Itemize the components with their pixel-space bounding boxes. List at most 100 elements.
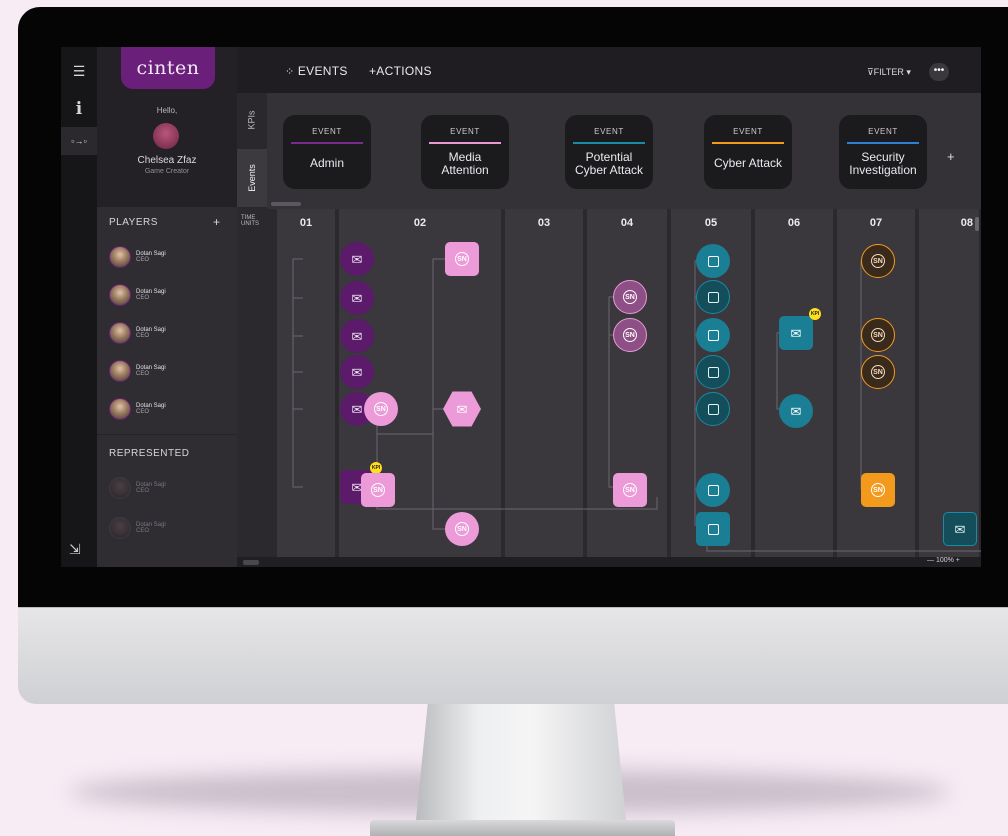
events-strip: KPIs Events EVENT Admin EVENT Media Atte… bbox=[237, 93, 981, 209]
document-node[interactable] bbox=[696, 355, 730, 389]
event-tag: EVENT bbox=[450, 127, 480, 136]
event-title: Security Investigation bbox=[849, 150, 917, 177]
event-card[interactable]: EVENT Cyber Attack bbox=[704, 115, 792, 189]
social-node[interactable]: SN bbox=[445, 242, 479, 276]
event-title: Admin bbox=[309, 156, 344, 170]
social-network-icon: SN bbox=[871, 328, 885, 342]
email-node[interactable]: ✉ KPI bbox=[779, 308, 821, 350]
player-role: CEO bbox=[136, 371, 150, 377]
more-button[interactable]: ••• bbox=[929, 63, 949, 81]
event-tag: EVENT bbox=[733, 127, 763, 136]
social-network-icon: SN bbox=[623, 483, 637, 497]
represented-item[interactable]: Dotan Sagi CEO bbox=[109, 476, 166, 500]
app-screen: ☰ i ▫→▫ ⇲ cinten Hello, Chelsea Zfaz Gam… bbox=[61, 47, 981, 567]
tab-kpis[interactable]: KPIs bbox=[237, 95, 267, 145]
mail-icon: ✉ bbox=[351, 401, 363, 417]
mail-icon: ✉ bbox=[351, 290, 363, 306]
avatar bbox=[109, 246, 131, 268]
document-node[interactable] bbox=[696, 244, 730, 278]
email-node[interactable]: ✉ bbox=[340, 355, 374, 389]
player-item[interactable]: Dotan Sagi CEO bbox=[109, 359, 166, 383]
avatar bbox=[109, 322, 131, 344]
mail-icon: ✉ bbox=[954, 521, 966, 537]
player-role: CEO bbox=[136, 528, 150, 534]
player-item[interactable]: Dotan Sagi CEO bbox=[109, 245, 166, 269]
document-node[interactable] bbox=[696, 318, 730, 352]
menu-icon[interactable]: ☰ bbox=[61, 57, 97, 85]
social-network-icon: SN bbox=[455, 522, 469, 536]
social-node[interactable]: SN bbox=[861, 244, 895, 278]
social-node[interactable]: SN bbox=[861, 355, 895, 389]
actions-menu[interactable]: +ACTIONS bbox=[369, 64, 432, 78]
social-node[interactable]: SN bbox=[613, 318, 647, 352]
email-node[interactable]: ✉ bbox=[340, 319, 374, 353]
document-icon bbox=[707, 329, 719, 341]
document-icon bbox=[707, 403, 719, 415]
email-node[interactable]: ✉ bbox=[779, 394, 813, 428]
mail-icon: ✉ bbox=[351, 251, 363, 267]
player-item[interactable]: Dotan Sagi CEO bbox=[109, 283, 166, 307]
mail-icon: ✉ bbox=[790, 325, 802, 341]
event-card[interactable]: EVENT Admin bbox=[283, 115, 371, 189]
zoom-in-button[interactable]: + bbox=[954, 557, 960, 564]
export-icon[interactable]: ⇲ bbox=[69, 541, 81, 558]
zoom-control[interactable]: — 100% + bbox=[927, 557, 960, 564]
document-icon bbox=[707, 523, 719, 535]
vertical-tabs: KPIs Events bbox=[237, 93, 267, 209]
logo[interactable]: cinten bbox=[121, 47, 215, 89]
flow-icon[interactable]: ▫→▫ bbox=[61, 127, 97, 155]
add-event-button[interactable]: + bbox=[947, 149, 955, 164]
mail-icon: ✉ bbox=[351, 364, 363, 380]
email-node[interactable]: ✉ bbox=[340, 242, 374, 276]
mail-icon: ✉ bbox=[790, 403, 802, 419]
social-network-icon: SN bbox=[455, 252, 469, 266]
top-bar: ⁘ EVENTS +ACTIONS ⊽FILTER ▾ ••• bbox=[237, 47, 981, 93]
avatar bbox=[109, 360, 131, 382]
event-color-line bbox=[429, 142, 501, 144]
events-menu[interactable]: ⁘ EVENTS bbox=[285, 64, 348, 78]
event-card[interactable]: EVENT Media Attention bbox=[421, 115, 509, 189]
add-player-button[interactable]: + bbox=[213, 215, 220, 229]
social-node[interactable]: SN bbox=[861, 473, 895, 507]
event-card[interactable]: EVENT Potential Cyber Attack bbox=[565, 115, 653, 189]
email-node[interactable]: ✉ bbox=[943, 512, 977, 546]
represented-item[interactable]: Dotan Sagi CEO bbox=[109, 516, 166, 540]
social-node[interactable]: SN bbox=[861, 318, 895, 352]
scrollbar[interactable] bbox=[975, 217, 979, 231]
document-node[interactable] bbox=[696, 473, 730, 507]
document-node[interactable] bbox=[696, 280, 730, 314]
scrollbar[interactable] bbox=[271, 202, 301, 206]
events-icon: ⁘ bbox=[285, 66, 298, 78]
scrollbar[interactable] bbox=[243, 560, 259, 565]
filter-icon: ⊽ bbox=[867, 67, 874, 77]
profile-role: Game Creator bbox=[144, 168, 190, 175]
zoom-out-button[interactable]: — bbox=[927, 557, 936, 564]
document-node[interactable] bbox=[696, 392, 730, 426]
social-node[interactable]: SN bbox=[445, 512, 479, 546]
player-item[interactable]: Dotan Sagi CEO bbox=[109, 321, 166, 345]
avatar[interactable] bbox=[153, 123, 179, 149]
monitor-stand-base bbox=[370, 820, 675, 836]
document-icon bbox=[707, 366, 719, 378]
social-node[interactable]: SN bbox=[364, 392, 398, 426]
represented-header: REPRESENTED bbox=[109, 448, 190, 459]
greeting: Hello, bbox=[156, 106, 178, 115]
monitor-chin bbox=[18, 607, 1008, 704]
social-node[interactable]: SN bbox=[613, 280, 647, 314]
info-icon[interactable]: i bbox=[61, 95, 97, 123]
social-node[interactable]: SN bbox=[613, 473, 647, 507]
event-color-line bbox=[847, 142, 919, 144]
document-node[interactable] bbox=[696, 512, 730, 546]
avatar bbox=[109, 517, 131, 539]
player-item[interactable]: Dotan Sagi CEO bbox=[109, 397, 166, 421]
profile-panel: cinten Hello, Chelsea Zfaz Game Creator bbox=[97, 47, 237, 207]
player-role: CEO bbox=[136, 488, 150, 494]
bottom-bar bbox=[237, 557, 981, 567]
event-card[interactable]: EVENT Security Investigation bbox=[839, 115, 927, 189]
tab-events[interactable]: Events bbox=[237, 149, 267, 207]
mail-icon: ✉ bbox=[456, 401, 468, 417]
email-node[interactable]: ✉ bbox=[340, 281, 374, 315]
filter-button[interactable]: ⊽FILTER ▾ bbox=[867, 67, 911, 78]
social-network-icon: SN bbox=[374, 402, 388, 416]
social-node[interactable]: SN bbox=[361, 473, 395, 507]
